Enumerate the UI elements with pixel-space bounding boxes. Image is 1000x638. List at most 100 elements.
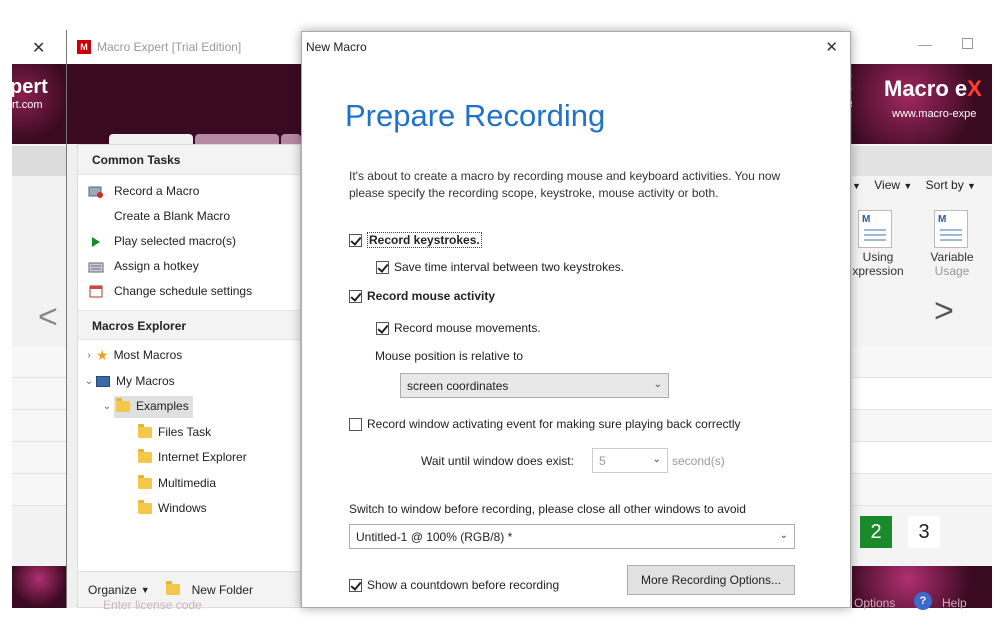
view-menu[interactable]: View xyxy=(874,178,900,192)
task-label: Create a Blank Macro xyxy=(114,209,231,223)
next-arrow-icon[interactable]: > xyxy=(934,292,954,331)
step-indicator-3: 3 xyxy=(908,516,940,548)
wait-label: Wait until window does exist: xyxy=(421,454,574,468)
organize-menu[interactable]: Organize xyxy=(88,583,137,597)
gallery-caption-line1: Variable xyxy=(930,250,974,264)
right-banner-logo: Macro eX xyxy=(884,76,982,102)
list-item xyxy=(852,378,992,410)
record-mouse-checkbox[interactable] xyxy=(349,289,362,303)
close-icon[interactable]: ✕ xyxy=(825,38,838,56)
macro-file-icon[interactable]: M xyxy=(858,210,892,248)
tree-item-internet-explorer[interactable]: Internet Explorer xyxy=(78,445,300,471)
sidebar: Common Tasks Record a Macro Create a Bla… xyxy=(77,144,301,608)
previous-arrow-icon[interactable]: < xyxy=(38,298,58,337)
minimize-icon[interactable]: — xyxy=(918,36,932,52)
right-window-list xyxy=(852,346,992,506)
task-label: Record a Macro xyxy=(114,184,200,198)
record-mouse-option[interactable]: Record mouse activity xyxy=(349,289,495,303)
list-item xyxy=(12,410,66,442)
folder-icon xyxy=(138,449,152,464)
tree-item-my-macros[interactable]: ⌄ My Macros xyxy=(78,369,300,395)
task-record-macro[interactable]: Record a Macro xyxy=(78,179,300,204)
tree-item-label: Internet Explorer xyxy=(158,450,247,464)
record-window-event-checkbox[interactable] xyxy=(349,417,362,431)
play-icon xyxy=(88,235,104,249)
mouse-position-select[interactable]: screen coordinates ⌄ xyxy=(400,373,669,398)
help-icon[interactable]: ? xyxy=(914,592,932,610)
computer-icon xyxy=(96,375,110,387)
save-interval-option[interactable]: Save time interval between two keystroke… xyxy=(376,260,624,274)
folder-icon xyxy=(138,474,152,489)
task-label: Play selected macro(s) xyxy=(114,234,237,248)
record-movements-label: Record mouse movements. xyxy=(394,321,541,335)
tree-item-label: My Macros xyxy=(116,373,175,388)
gallery-caption: Variable Usage xyxy=(912,250,992,278)
options-link[interactable]: Options xyxy=(854,596,895,610)
dropdown-arrow-icon[interactable]: ▼ xyxy=(967,181,976,191)
tree-item-label: Most Macros xyxy=(113,348,183,362)
record-window-event-label: Record window activating event for makin… xyxy=(367,417,741,431)
common-tasks-header: Common Tasks xyxy=(78,145,300,175)
record-movements-checkbox[interactable] xyxy=(376,321,389,335)
task-assign-hotkey[interactable]: Assign a hotkey xyxy=(78,254,300,279)
star-icon: ★ xyxy=(96,347,109,363)
tree-item-label: Windows xyxy=(158,501,207,515)
dialog-description: It's about to create a macro by recordin… xyxy=(349,169,781,200)
task-change-schedule[interactable]: Change schedule settings xyxy=(78,279,300,304)
task-play-macros[interactable]: Play selected macro(s) xyxy=(78,229,300,254)
dropdown-arrow-icon[interactable]: ▼ xyxy=(852,181,861,191)
close-icon[interactable]: ✕ xyxy=(32,38,45,58)
macro-file-icon[interactable]: M xyxy=(934,210,968,248)
more-recording-options-button[interactable]: More Recording Options... xyxy=(627,565,795,595)
right-banner-logo-accent: X xyxy=(967,76,982,101)
left-window-toolbar xyxy=(12,146,66,176)
list-item xyxy=(852,346,992,378)
list-item xyxy=(852,442,992,474)
left-window-list xyxy=(12,346,66,506)
wait-seconds-select[interactable]: 5 ⌄ xyxy=(592,448,668,473)
record-movements-option[interactable]: Record mouse movements. xyxy=(376,321,541,335)
license-link[interactable]: Enter license code xyxy=(103,598,202,612)
list-item xyxy=(852,474,992,506)
countdown-checkbox[interactable] xyxy=(349,578,362,592)
save-interval-checkbox[interactable] xyxy=(376,260,389,274)
tree-item-most-macros[interactable]: › ★ Most Macros xyxy=(78,343,300,369)
list-item xyxy=(852,410,992,442)
help-link[interactable]: Help xyxy=(942,596,967,610)
tree-item-label: Multimedia xyxy=(158,475,217,490)
countdown-option[interactable]: Show a countdown before recording xyxy=(349,578,559,592)
chevron-right-icon[interactable]: › xyxy=(82,343,96,369)
countdown-label: Show a countdown before recording xyxy=(367,578,560,592)
task-create-blank[interactable]: Create a Blank Macro xyxy=(78,204,300,229)
record-keystrokes-option[interactable]: Record keystrokes. xyxy=(349,232,482,248)
tree-item-files-task[interactable]: Files Task xyxy=(78,420,300,446)
record-window-event-option[interactable]: Record window activating event for makin… xyxy=(349,417,741,431)
macros-explorer-header: Macros Explorer xyxy=(78,310,300,340)
switch-window-label: Switch to window before recording, pleas… xyxy=(349,502,746,516)
record-keystrokes-checkbox[interactable] xyxy=(349,233,362,247)
chevron-down-icon: ⌄ xyxy=(653,379,662,390)
tree-item-examples[interactable]: ⌄ Examples xyxy=(78,394,300,420)
sort-by-menu[interactable]: Sort by xyxy=(926,178,964,192)
dropdown-arrow-icon[interactable]: ▼ xyxy=(141,585,150,595)
new-folder-button[interactable]: New Folder xyxy=(192,583,253,597)
tree-item-label: Examples xyxy=(136,399,189,413)
tree-item-label: Files Task xyxy=(158,424,212,439)
calendar-icon xyxy=(88,285,104,299)
right-window-toolbar-strip xyxy=(852,146,992,176)
list-item xyxy=(12,474,66,506)
list-item xyxy=(12,442,66,474)
tree-item-windows[interactable]: Windows xyxy=(78,496,300,522)
right-window-footer: Options ? Help xyxy=(852,566,992,610)
dialog-title: New Macro xyxy=(306,40,367,54)
right-banner-url: www.macro-expe xyxy=(892,108,977,120)
new-macro-dialog: New Macro ✕ Prepare Recording It's about… xyxy=(301,31,851,608)
dropdown-arrow-icon[interactable]: ▼ xyxy=(903,181,912,191)
switch-window-select[interactable]: Untitled-1 @ 100% (RGB/8) * ⌄ xyxy=(349,524,795,549)
maximize-icon[interactable] xyxy=(962,38,973,49)
chevron-down-icon[interactable]: ⌄ xyxy=(100,394,114,420)
record-keystrokes-label: Record keystrokes. xyxy=(367,232,482,248)
chevron-down-icon[interactable]: ⌄ xyxy=(82,369,96,395)
left-banner-logo: pert xyxy=(12,76,48,98)
tree-item-multimedia[interactable]: Multimedia xyxy=(78,471,300,497)
